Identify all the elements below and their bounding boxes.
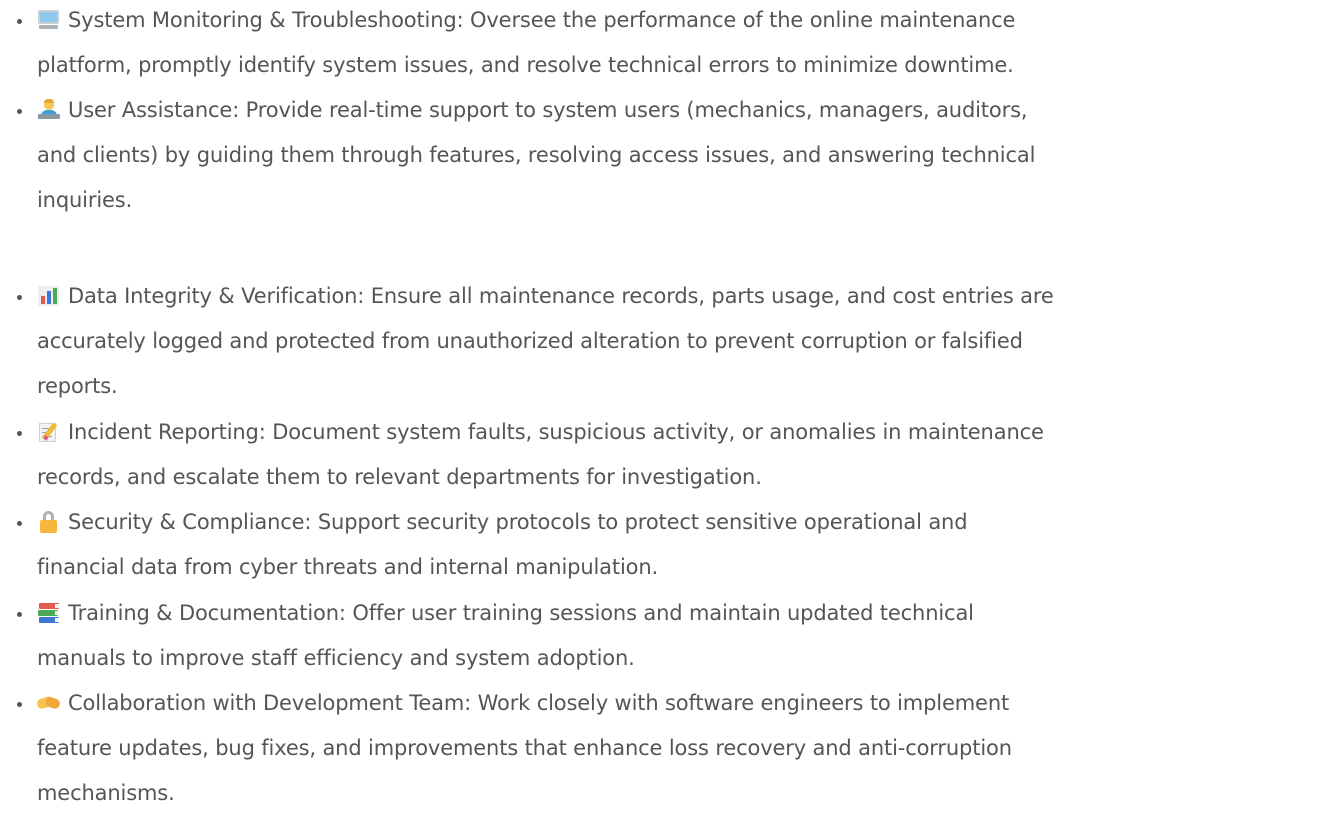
line: System Monitoring & Troubleshooting: Ove… [37,2,1015,38]
line: mechanisms. [37,781,175,805]
bullet [17,431,22,436]
line: feature updates, bug fixes, and improvem… [37,736,1012,760]
bullet [17,612,22,617]
line: reports. [37,374,118,398]
line: inquiries. [37,188,133,212]
line: records, and escalate them to relevant d… [37,465,762,489]
line: Security & Compliance: Support security … [37,504,968,540]
line: platform, promptly identify system issue… [37,53,1014,77]
line: manuals to improve staff efficiency and … [37,646,635,670]
memo-icon [37,421,61,443]
line: and clients) by guiding them through fea… [37,143,1036,167]
line: Collaboration with Development Team: Wor… [35,685,1009,721]
line: accurately logged and protected from una… [37,329,1023,353]
technologist-icon [37,99,61,121]
line: Training & Documentation: Offer user tra… [37,595,974,631]
bullet [17,19,22,24]
bullet [17,295,22,300]
line: User Assistance: Provide real-time suppo… [37,92,1028,128]
line: financial data from cyber threats and in… [37,555,659,579]
line: Data Integrity & Verification: Ensure al… [37,278,1054,314]
bullet [17,702,22,707]
bullet [17,109,22,114]
lock-icon [37,511,61,533]
bullet [17,521,22,526]
computer-icon [37,9,61,31]
handshake-icon [35,692,62,714]
document-page: System Monitoring & Troubleshooting: Ove… [0,0,1333,814]
line: Incident Reporting: Document system faul… [37,414,1044,450]
bar-chart-icon [37,285,61,307]
books-icon [37,602,61,624]
